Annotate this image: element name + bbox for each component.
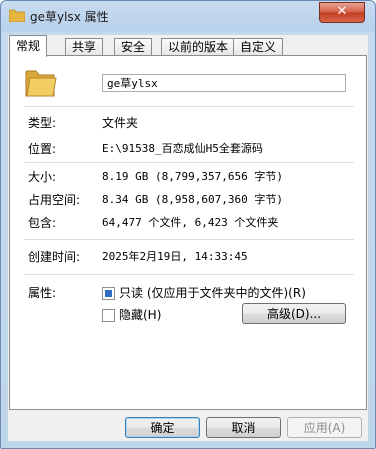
window-title: ge草ylsx 属性 [30,10,109,24]
properties-dialog: ge草ylsx 属性 ✕ 常规 共享 安全 以前的版本 自定义 ge草ylsx … [0,0,376,449]
location-label: 位置: [28,142,57,156]
location-value: E:\91538_百恋成仙H5全套源码 [102,142,263,155]
tab-security[interactable]: 安全 [114,38,153,56]
size-value: 8.19 GB (8,799,357,656 字节) [102,170,283,183]
tab-sharing[interactable]: 共享 [65,38,104,56]
folder-icon [9,9,25,22]
folder-icon [25,70,57,97]
hidden-checkbox[interactable] [102,309,115,322]
size-label: 大小: [28,170,57,184]
created-value: 2025年2月19日, 14:33:45 [102,250,248,263]
dialog-client: 常规 共享 安全 以前的版本 自定义 ge草ylsx 类型: 文件夹 位置: E… [8,35,368,441]
hidden-label[interactable]: 隐藏(H) [119,306,161,323]
contains-label: 包含: [28,216,57,230]
attributes-label: 属性: [28,286,57,300]
advanced-button[interactable]: 高级(D)... [242,303,346,324]
divider [24,274,354,275]
title-bar[interactable]: ge草ylsx 属性 ✕ [1,1,375,31]
apply-button[interactable]: 应用(A) [287,417,362,438]
divider [24,239,354,240]
type-label: 类型: [28,116,57,130]
divider [24,106,354,107]
contains-value: 64,477 个文件, 6,423 个文件夹 [102,216,279,229]
close-button[interactable]: ✕ [319,2,365,23]
divider [24,162,354,163]
size-on-disk-label: 占用空间: [28,193,81,207]
readonly-checkbox[interactable] [102,287,115,300]
created-label: 创建时间: [28,250,81,264]
tab-general[interactable]: 常规 [9,35,48,57]
ok-button[interactable]: 确定 [125,417,200,438]
folder-name-input[interactable]: ge草ylsx [102,74,346,92]
cancel-button[interactable]: 取消 [206,417,281,438]
tab-previous-versions[interactable]: 以前的版本 [161,38,236,56]
tab-customize[interactable]: 自定义 [233,38,284,56]
type-value: 文件夹 [102,116,139,130]
readonly-label[interactable]: 只读 (仅应用于文件夹中的文件)(R) [119,284,306,301]
general-panel: ge草ylsx 类型: 文件夹 位置: E:\91538_百恋成仙H5全套源码 … [9,55,367,410]
size-on-disk-value: 8.34 GB (8,958,607,360 字节) [102,193,283,206]
